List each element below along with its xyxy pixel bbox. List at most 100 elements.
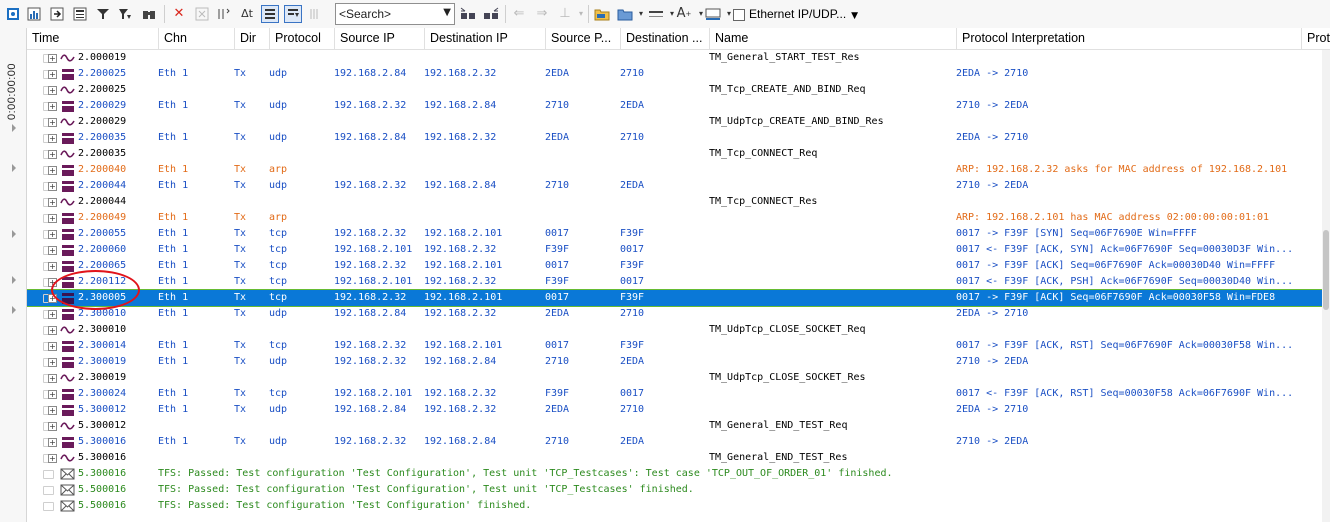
expand-icon[interactable]: + xyxy=(48,438,57,447)
expand-icon[interactable]: + xyxy=(48,86,57,95)
expand-icon[interactable]: + xyxy=(48,198,57,207)
expand-icon[interactable]: + xyxy=(48,310,57,319)
source-port-cell: 2EDA xyxy=(545,308,570,319)
column-destination-ip[interactable]: Destination IP xyxy=(424,28,545,49)
table-row[interactable]: +2.200029 TM_UdpTcp_CREATE_AND_BIND_Res xyxy=(27,114,1330,130)
chevron-down-icon[interactable]: ▼ xyxy=(443,7,451,18)
expand-icon[interactable]: + xyxy=(48,102,57,111)
table-row[interactable]: +2.200049 Eth 1 Tx arp ARP: 192.168.2.101 ha… xyxy=(27,210,1330,226)
comment-icon[interactable] xyxy=(43,502,54,511)
table-row-selected[interactable]: +2.300005 Eth 1 Tx tcp 192.168.2.32 192.168.2… xyxy=(27,289,1330,307)
column-name[interactable]: Name xyxy=(709,28,956,49)
chart-icon[interactable] xyxy=(25,5,43,23)
expand-icon[interactable]: + xyxy=(48,278,57,287)
comment-icon[interactable] xyxy=(43,486,54,495)
column-source-port[interactable]: Source P... xyxy=(545,28,620,49)
export-icon[interactable] xyxy=(48,5,66,23)
scroll-icon[interactable] xyxy=(284,5,302,23)
expand-icon[interactable]: + xyxy=(48,54,57,63)
interpretation-cell: 0017 -> F39F [ACK, RST] Seq=06F7690F Ack… xyxy=(956,340,1294,351)
search-input[interactable]: <Search> xyxy=(339,7,391,21)
column-destination-port[interactable]: Destination ... xyxy=(620,28,709,49)
table-row[interactable]: +5.300016 Eth 1 Tx udp 192.168.2.32 192.168.2… xyxy=(27,434,1330,450)
clear-icon[interactable]: ✕ xyxy=(170,5,188,23)
expand-icon[interactable]: + xyxy=(48,390,57,399)
new-window-icon[interactable] xyxy=(4,5,22,23)
table-row[interactable]: +2.200044 TM_Tcp_CONNECT_Res xyxy=(27,194,1330,210)
comment-icon[interactable] xyxy=(43,470,54,479)
table-row[interactable]: 5.500016 TFS: Passed: Test configuration … xyxy=(27,482,1330,498)
column-dir[interactable]: Dir xyxy=(234,28,269,49)
column-icon[interactable] xyxy=(215,5,233,23)
column-source-ip[interactable]: Source IP xyxy=(334,28,424,49)
column-protocol[interactable]: Protocol xyxy=(269,28,334,49)
detail-icon[interactable] xyxy=(71,5,89,23)
table-row[interactable]: +5.300012 TM_General_END_TEST_Req xyxy=(27,418,1330,434)
expand-icon[interactable]: + xyxy=(48,230,57,239)
expand-icon[interactable]: + xyxy=(48,406,57,415)
expand-icon[interactable]: + xyxy=(48,358,57,367)
table-row[interactable]: +2.200044 Eth 1 Tx udp 192.168.2.32 192.168.2… xyxy=(27,178,1330,194)
table-row[interactable]: +2.300019 TM_UdpTcp_CLOSE_SOCKET_Res xyxy=(27,370,1330,386)
expand-icon[interactable]: + xyxy=(48,262,57,271)
interpretation-cell: 2710 -> 2EDA xyxy=(956,356,1029,367)
table-row[interactable]: +2.300010 Eth 1 Tx udp 192.168.2.84 192.168.2… xyxy=(27,306,1330,322)
expand-icon[interactable]: + xyxy=(48,118,57,127)
table-row[interactable]: +2.300014 Eth 1 Tx tcp 192.168.2.32 192.168.2… xyxy=(27,338,1330,354)
table-row[interactable]: +2.200025 TM_Tcp_CREATE_AND_BIND_Req xyxy=(27,82,1330,98)
filter-selector[interactable]: Ethernet IP/UDP... ▼ xyxy=(733,3,858,25)
folder-icon[interactable] xyxy=(593,5,611,23)
trace-rows: +2.000019 TM_General_START_TEST_Res +2.200… xyxy=(27,50,1330,522)
chevron-down-icon[interactable]: ▼ xyxy=(851,11,858,21)
table-row[interactable]: +2.000019 TM_General_START_TEST_Res xyxy=(27,50,1330,66)
protocol-cell xyxy=(269,82,335,98)
expand-icon[interactable]: + xyxy=(48,326,57,335)
column-chn[interactable]: Chn xyxy=(158,28,234,49)
search-next-icon[interactable] xyxy=(482,5,500,23)
expand-icon[interactable]: + xyxy=(48,246,57,255)
table-row[interactable]: 5.500016 TFS: Passed: Test configuration … xyxy=(27,498,1330,514)
table-row[interactable]: +2.300019 Eth 1 Tx udp 192.168.2.32 192.168.2… xyxy=(27,354,1330,370)
expand-icon[interactable]: + xyxy=(48,214,57,223)
pause-icon[interactable] xyxy=(261,5,279,23)
binoculars-icon[interactable] xyxy=(140,5,158,23)
expand-icon[interactable]: + xyxy=(48,70,57,79)
table-row[interactable]: +2.200029 Eth 1 Tx udp 192.168.2.32 192.168.2… xyxy=(27,98,1330,114)
column-time[interactable]: Time xyxy=(27,28,158,49)
table-row[interactable]: 5.300016 TFS: Passed: Test configuration … xyxy=(27,466,1330,482)
column-protocol-interpretation[interactable]: Protocol Interpretation xyxy=(956,28,1301,49)
expand-icon[interactable]: + xyxy=(48,342,57,351)
search-prev-icon[interactable] xyxy=(459,5,477,23)
search-box[interactable]: <Search> ▼ xyxy=(335,3,455,25)
table-row[interactable]: +5.300016 TM_General_END_TEST_Res xyxy=(27,450,1330,466)
expand-icon[interactable]: + xyxy=(48,166,57,175)
table-row[interactable]: +2.200060 Eth 1 Tx tcp 192.168.2.101 192.168.… xyxy=(27,242,1330,258)
expand-icon[interactable]: + xyxy=(48,150,57,159)
table-row[interactable]: +2.200065 Eth 1 Tx tcp 192.168.2.32 192.168.2… xyxy=(27,258,1330,274)
expand-icon[interactable]: + xyxy=(48,422,57,431)
expand-icon[interactable]: + xyxy=(48,294,57,303)
filter-checkbox-icon[interactable] xyxy=(733,8,745,21)
table-row[interactable]: +5.300012 Eth 1 Tx udp 192.168.2.84 192.168.2… xyxy=(27,402,1330,418)
table-row[interactable]: +2.200025 Eth 1 Tx udp 192.168.2.84 192.168.2… xyxy=(27,66,1330,82)
table-row[interactable]: +2.200112 Eth 1 Tx tcp 192.168.2.101 192.168.… xyxy=(27,274,1330,290)
expand-icon[interactable]: + xyxy=(48,454,57,463)
filter-icon[interactable] xyxy=(94,5,112,23)
table-row[interactable]: +2.200035 TM_Tcp_CONNECT_Req xyxy=(27,146,1330,162)
filter-down-icon[interactable] xyxy=(116,5,134,23)
scrollbar-thumb[interactable] xyxy=(1323,230,1329,310)
expand-icon[interactable]: + xyxy=(48,134,57,143)
table-row[interactable]: +2.300024 Eth 1 Tx tcp 192.168.2.101 192.168.… xyxy=(27,386,1330,402)
table-row[interactable]: +2.200055 Eth 1 Tx tcp 192.168.2.32 192.168.2… xyxy=(27,226,1330,242)
table-row[interactable]: +2.200035 Eth 1 Tx udp 192.168.2.84 192.168.2… xyxy=(27,130,1330,146)
destination-ip-cell: 192.168.2.32 xyxy=(424,308,497,319)
table-row[interactable]: +2.300010 TM_UdpTcp_CLOSE_SOCKET_Req xyxy=(27,322,1330,338)
expand-icon[interactable]: + xyxy=(48,182,57,191)
column-protocol-more[interactable]: Proto xyxy=(1301,28,1330,49)
table-row[interactable]: +2.200040 Eth 1 Tx arp ARP: 192.168.2.32 ask… xyxy=(27,162,1330,178)
delta-time-icon[interactable]: Δt xyxy=(238,5,256,23)
expand-icon[interactable]: + xyxy=(48,374,57,383)
destination-ip-cell xyxy=(424,210,545,226)
vertical-scrollbar[interactable] xyxy=(1322,50,1330,522)
font-icon[interactable]: A + xyxy=(675,5,693,23)
